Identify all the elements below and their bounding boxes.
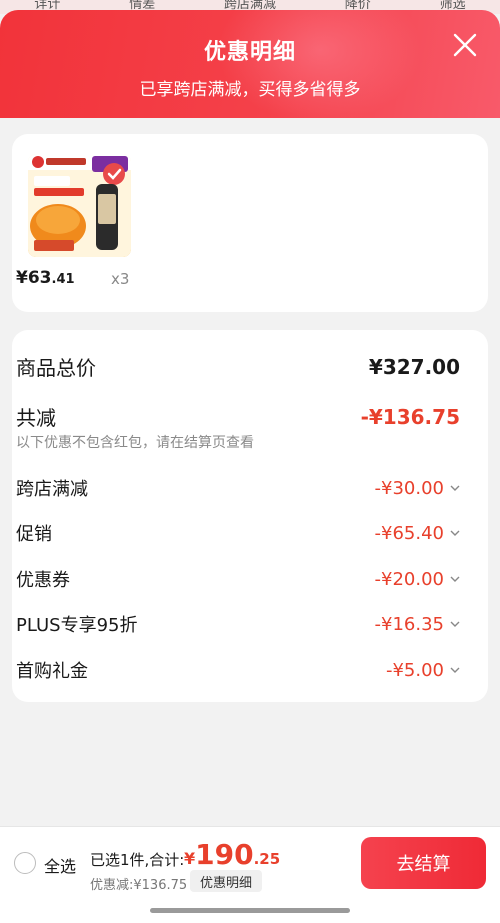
chevron-down-icon[interactable] <box>450 574 460 584</box>
total-discount-row: 共减 -¥136.75 <box>16 402 460 431</box>
price-decimal: .41 <box>51 272 75 287</box>
discount-item-value: -¥30.00 <box>375 478 460 499</box>
discount-item-value: -¥16.35 <box>375 614 460 635</box>
total-discount-value: -¥136.75 <box>360 404 460 429</box>
radio-unchecked-icon[interactable] <box>14 852 36 874</box>
chevron-down-icon[interactable] <box>450 483 460 493</box>
discount-item-label: 首购礼金 <box>16 661 88 682</box>
select-all-label[interactable]: 全选 <box>44 853 76 877</box>
discount-item-label: 跨店满减 <box>16 479 88 500</box>
discount-item-amount: -¥5.00 <box>385 659 444 681</box>
discount-item-amount: -¥16.35 <box>374 613 444 635</box>
discount-item-value: -¥20.00 <box>375 569 460 590</box>
discount-item-row[interactable]: 优惠券 -¥20.00 <box>16 566 460 592</box>
discount-item-amount: -¥20.00 <box>374 568 444 590</box>
total-discount-label: 共减 <box>16 406 56 430</box>
discount-item-label: PLUS专享95折 <box>16 615 138 636</box>
total-price-label: 商品总价 <box>16 356 96 380</box>
discount-item-amount: -¥65.40 <box>374 522 444 544</box>
discount-item-row[interactable]: 促销 -¥65.40 <box>16 520 460 546</box>
home-indicator <box>150 908 350 913</box>
discount-item-value: -¥5.00 <box>386 660 460 681</box>
discount-note: 以下优惠不包含红包，请在结算页查看 <box>16 435 254 451</box>
chevron-down-icon[interactable] <box>450 619 460 629</box>
product-card <box>12 134 488 312</box>
page-title: 优惠明细 <box>203 40 296 65</box>
close-icon[interactable] <box>452 32 478 58</box>
product-quantity: x3 <box>111 270 130 288</box>
grand-total-integer: 190 <box>195 838 254 871</box>
discount-detail-card <box>12 330 488 702</box>
discount-item-label: 优惠券 <box>16 570 70 591</box>
page-subtitle: 已享跨店满减，买得多省得多 <box>139 80 361 100</box>
discount-item-value: -¥65.40 <box>375 523 460 544</box>
discount-item-row[interactable]: PLUS专享95折 -¥16.35 <box>16 611 460 637</box>
grand-total: ¥190.25 <box>184 838 280 871</box>
chevron-down-icon[interactable] <box>450 665 460 675</box>
discount-item-amount: -¥30.00 <box>374 477 444 499</box>
selected-count-text: 已选1件,合计: <box>90 851 185 869</box>
total-price-value: ¥327.00 <box>368 354 460 379</box>
discount-item-row[interactable]: 首购礼金 -¥5.00 <box>16 657 460 683</box>
total-price-row: 商品总价 ¥327.00 <box>16 352 460 381</box>
saving-text: 优惠减:¥136.75 <box>90 878 188 893</box>
discount-item-row[interactable]: 跨店满减 -¥30.00 <box>16 475 460 501</box>
discount-detail-button[interactable]: 优惠明细 <box>190 870 262 892</box>
grand-total-symbol: ¥ <box>184 849 196 868</box>
product-thumbnail[interactable] <box>28 154 131 257</box>
discount-detail-header: 优惠明细 已享跨店满减，买得多省得多 <box>0 10 500 118</box>
product-unit-price: ¥63.41 <box>16 268 75 288</box>
checkout-button[interactable]: 去结算 <box>361 837 486 889</box>
price-integer: ¥63 <box>16 268 52 288</box>
discount-item-label: 促销 <box>16 524 52 545</box>
grand-total-decimal: .25 <box>253 850 281 868</box>
chevron-down-icon[interactable] <box>450 528 460 538</box>
